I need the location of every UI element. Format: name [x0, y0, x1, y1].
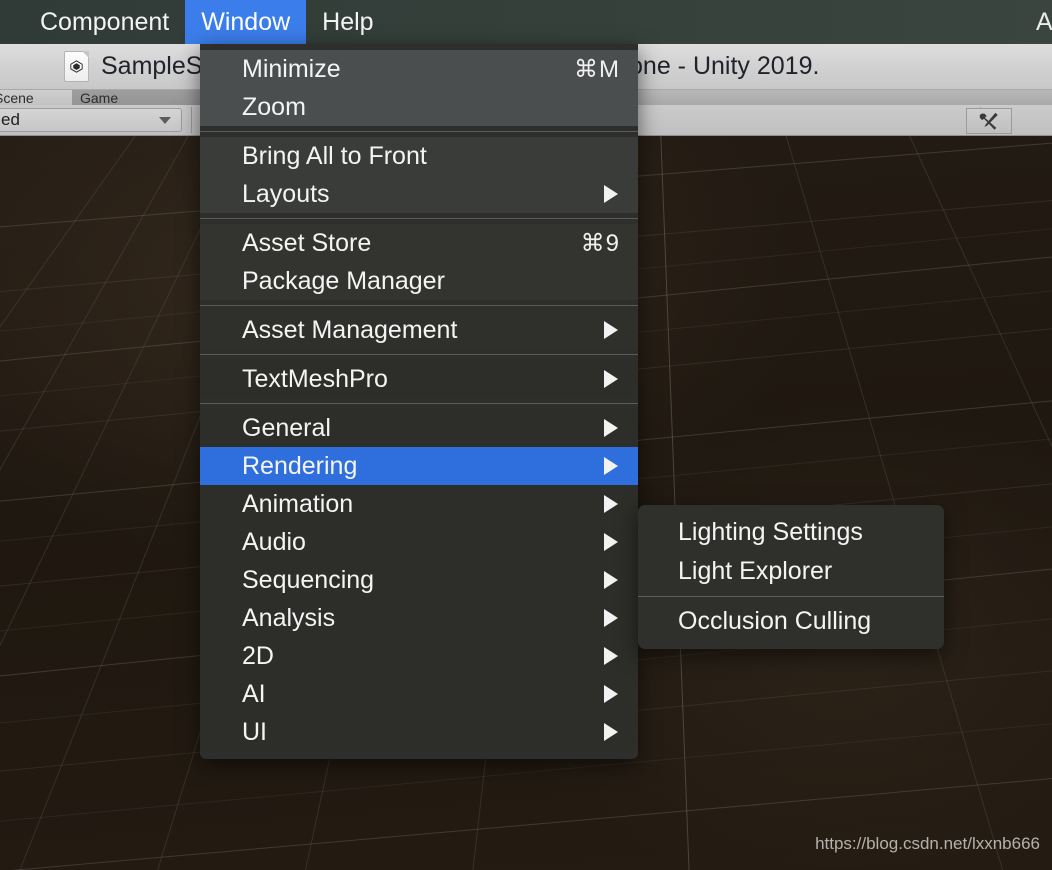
menu-item-package-manager[interactable]: Package Manager	[200, 262, 638, 300]
menu-item-analysis[interactable]: Analysis	[200, 599, 638, 637]
submenu-item-occlusion-culling[interactable]: Occlusion Culling	[638, 602, 944, 641]
submenu-arrow-icon	[604, 321, 618, 339]
submenu-arrow-icon	[604, 647, 618, 665]
unity-document-icon	[64, 51, 89, 82]
menubar-item-help[interactable]: Help	[306, 0, 389, 44]
menu-item-shortcut: ⌘9	[580, 229, 620, 257]
menu-item-minimize[interactable]: Minimize ⌘M	[200, 50, 638, 88]
menu-group: Bring All to Front Layouts	[200, 137, 638, 213]
submenu-arrow-icon	[604, 457, 618, 475]
unity-editor-screen: SampleS c & Linux Standalone - Unity 201…	[0, 0, 1052, 870]
menu-item-asset-management[interactable]: Asset Management	[200, 311, 638, 349]
submenu-arrow-icon	[604, 723, 618, 741]
window-dropdown-menu: Minimize ⌘M Zoom Bring All to Front Layo…	[200, 44, 638, 759]
menu-separator	[638, 596, 944, 597]
menu-item-2d[interactable]: 2D	[200, 637, 638, 675]
menu-item-label: TextMeshPro	[242, 364, 388, 393]
menu-item-zoom[interactable]: Zoom	[200, 88, 638, 126]
menu-item-label: Audio	[242, 527, 306, 556]
menu-item-sequencing[interactable]: Sequencing	[200, 561, 638, 599]
menu-item-animation[interactable]: Animation	[200, 485, 638, 523]
menu-item-label: General	[242, 413, 331, 442]
menu-item-general[interactable]: General	[200, 409, 638, 447]
menu-group: TextMeshPro	[200, 360, 638, 398]
menu-item-label: Package Manager	[242, 266, 445, 295]
menu-item-shortcut: ⌘M	[574, 55, 620, 83]
menu-item-label: Sequencing	[242, 565, 375, 594]
titlebar-scene-name: SampleS	[101, 52, 203, 80]
menu-item-audio[interactable]: Audio	[200, 523, 638, 561]
submenu-arrow-icon	[604, 495, 618, 513]
menu-separator	[200, 305, 638, 306]
menu-item-label: Asset Management	[242, 315, 458, 344]
menu-item-label: Animation	[242, 489, 354, 518]
menu-item-rendering[interactable]: Rendering	[200, 447, 638, 485]
menu-item-label: Analysis	[242, 603, 336, 632]
menu-item-ui[interactable]: UI	[200, 713, 638, 751]
menu-item-label: Asset Store	[242, 228, 372, 257]
submenu-item-lighting-settings[interactable]: Lighting Settings	[638, 513, 944, 552]
submenu-arrow-icon	[604, 571, 618, 589]
tab-game[interactable]: Game	[72, 89, 209, 105]
display-dropdown[interactable]: ed	[0, 108, 182, 132]
chevron-down-icon	[159, 116, 171, 124]
rendering-submenu: Lighting Settings Light Explorer Occlusi…	[638, 505, 944, 649]
menubar-item-window[interactable]: Window	[185, 0, 307, 44]
menubar-item-partial[interactable]: A	[1036, 8, 1052, 37]
toolbar-divider	[191, 107, 192, 133]
menu-item-label: Minimize	[242, 54, 341, 83]
menu-item-label: Rendering	[242, 451, 358, 480]
menu-item-label: Layouts	[242, 179, 330, 208]
menu-item-label: 2D	[242, 641, 274, 670]
unity-logo-glyph	[70, 60, 83, 73]
menu-item-label: Occlusion Culling	[678, 607, 872, 635]
menu-item-bring-all-to-front[interactable]: Bring All to Front	[200, 137, 638, 175]
menu-group: Asset Management	[200, 311, 638, 349]
watermark-url: https://blog.csdn.net/lxxnb666	[815, 834, 1040, 853]
submenu-arrow-icon	[604, 609, 618, 627]
submenu-arrow-icon	[604, 533, 618, 551]
wrench-pencil-icon	[979, 112, 998, 130]
menu-item-label: Lighting Settings	[678, 518, 863, 546]
menu-item-label: Light Explorer	[678, 557, 833, 585]
menu-group: Minimize ⌘M Zoom	[200, 50, 638, 126]
menubar-item-component[interactable]: Component	[24, 0, 185, 44]
menu-item-label: Zoom	[242, 92, 306, 121]
menu-item-asset-store[interactable]: Asset Store ⌘9	[200, 224, 638, 262]
submenu-arrow-icon	[604, 370, 618, 388]
submenu-arrow-icon	[604, 185, 618, 203]
menu-separator	[200, 218, 638, 219]
menu-item-textmeshpro[interactable]: TextMeshPro	[200, 360, 638, 398]
editor-tools-button[interactable]	[966, 108, 1012, 134]
menu-group: Asset Store ⌘9 Package Manager	[200, 224, 638, 300]
submenu-arrow-icon	[604, 685, 618, 703]
menu-item-label: UI	[242, 717, 267, 746]
menu-separator	[200, 131, 638, 132]
menu-group: General Rendering Animation Audio Sequen…	[200, 409, 638, 751]
display-dropdown-value: ed	[1, 110, 20, 129]
menu-item-ai[interactable]: AI	[200, 675, 638, 713]
submenu-item-light-explorer[interactable]: Light Explorer	[638, 552, 944, 591]
menu-separator	[200, 354, 638, 355]
menu-item-label: Bring All to Front	[242, 141, 427, 170]
submenu-arrow-icon	[604, 419, 618, 437]
macos-menubar: Component Window Help A	[0, 0, 1052, 44]
menu-item-layouts[interactable]: Layouts	[200, 175, 638, 213]
menu-separator	[200, 403, 638, 404]
menu-item-label: AI	[242, 679, 266, 708]
